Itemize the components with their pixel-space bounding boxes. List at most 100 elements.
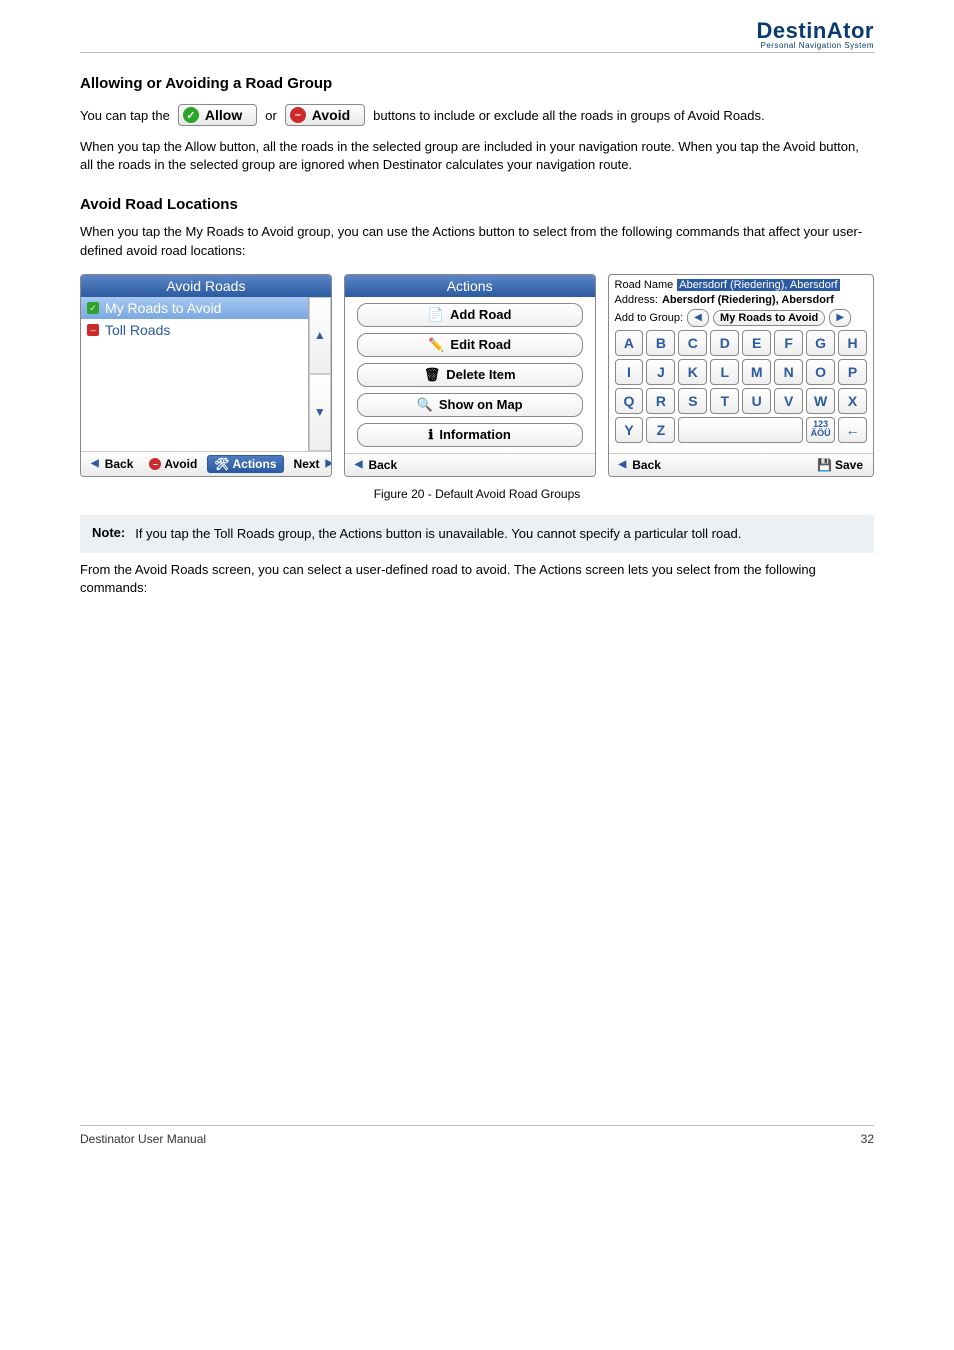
panel-title: Avoid Roads [81,275,331,297]
keyboard: A B C D E F G H I J K L M N O P Q [615,330,867,443]
road-name-input[interactable]: Abersdorf (Riedering), Abersdorf [677,279,839,291]
key[interactable]: E [742,330,771,356]
avoid-roads-panel: Avoid Roads ✓ My Roads to Avoid – Toll R… [80,274,332,477]
list-label: My Roads to Avoid [105,300,221,316]
edit-icon: ✏️ [428,337,444,353]
add-icon: 📄 [428,307,444,323]
next-button[interactable]: Next [288,456,332,472]
key[interactable]: J [646,359,675,385]
actions-panel: Actions 📄Add Road ✏️Edit Road 🗑Delete It… [344,274,596,477]
info-icon: ℹ [428,427,433,443]
allow-button[interactable]: ✓ Allow [178,104,257,126]
key[interactable]: D [710,330,739,356]
key[interactable]: Z [646,417,675,443]
key[interactable]: F [774,330,803,356]
space-key[interactable] [678,417,803,443]
minus-icon: – [149,458,161,470]
key[interactable]: S [678,388,707,414]
minus-icon: – [87,324,99,336]
key[interactable]: Q [615,388,644,414]
minus-icon: – [290,107,306,123]
paragraph: When you tap the Allow button, all the r… [80,138,874,174]
road-name-label: Road Name [615,279,674,291]
scroll-up-button[interactable]: ▲ [309,297,331,374]
mode-key[interactable]: 123ÄÖÜ [806,417,835,443]
delete-item-button[interactable]: 🗑Delete Item [357,363,583,387]
key[interactable]: O [806,359,835,385]
actions-panel-footer: Back [345,453,595,476]
group-next-button[interactable]: ▶ [829,309,851,327]
back-button[interactable]: Back [349,457,403,473]
list-label: Toll Roads [105,322,170,338]
allow-avoid-sentence: You can tap the ✓ Allow or – Avoid butto… [80,104,874,126]
footer-title: Destinator User Manual [80,1132,206,1146]
scroll-down-button[interactable]: ▼ [309,374,331,451]
information-button[interactable]: ℹInformation [357,423,583,447]
avoid-panel-footer: Back – Avoid 🛠 Actions Next [81,451,331,476]
figure-caption: Figure 20 - Default Avoid Road Groups [80,487,874,501]
key[interactable]: P [838,359,867,385]
list-item-toll-roads[interactable]: – Toll Roads [81,319,308,341]
road-name-row: Road Name Abersdorf (Riedering), Abersdo… [615,279,867,291]
avoid-button[interactable]: – Avoid [285,104,365,126]
key[interactable]: X [838,388,867,414]
text-frag: or [265,108,277,123]
key[interactable]: L [710,359,739,385]
key[interactable]: Y [615,417,644,443]
allow-label: Allow [205,107,242,123]
key[interactable]: U [742,388,771,414]
brand-logo: DestinAtor Personal Navigation System [757,20,874,50]
group-label: Add to Group: [615,312,684,324]
edit-road-button[interactable]: ✏️Edit Road [357,333,583,357]
save-button[interactable]: 💾 Save [811,457,869,473]
address-label: Address: [615,294,658,306]
save-icon: 💾 [817,458,832,472]
key[interactable]: M [742,359,771,385]
road-editor-panel: Road Name Abersdorf (Riedering), Abersdo… [608,274,874,477]
check-icon: ✓ [87,302,99,314]
group-prev-button[interactable]: ◀ [687,309,709,327]
paragraph: From the Avoid Roads screen, you can sel… [80,561,874,597]
key[interactable]: K [678,359,707,385]
address-value: Abersdorf (Riedering), Abersdorf [662,294,834,306]
group-value[interactable]: My Roads to Avoid [713,310,825,326]
key[interactable]: N [774,359,803,385]
key[interactable]: V [774,388,803,414]
back-button[interactable]: Back [613,457,667,473]
key[interactable]: R [646,388,675,414]
note-label: Note: [92,525,125,540]
show-on-map-button[interactable]: 🔍Show on Map [357,393,583,417]
delete-icon: 🗑 [424,367,441,383]
avoid-button[interactable]: – Avoid [143,456,203,472]
backspace-key[interactable]: ← [838,417,867,443]
map-icon: 🔍 [417,397,433,413]
key[interactable]: T [710,388,739,414]
text-frag: buttons to include or exclude all the ro… [373,108,764,123]
back-button[interactable]: Back [85,456,139,472]
key[interactable]: W [806,388,835,414]
text-frag: You can tap the [80,108,170,123]
panel-title: Actions [345,275,595,297]
brand-sub: Personal Navigation System [757,42,874,50]
avoid-roads-list: ✓ My Roads to Avoid – Toll Roads [81,297,309,451]
page-footer: Destinator User Manual 32 [80,1125,874,1146]
actions-button[interactable]: 🛠 Actions [207,455,283,473]
key[interactable]: H [838,330,867,356]
key[interactable]: B [646,330,675,356]
paragraph: When you tap the My Roads to Avoid group… [80,223,874,259]
note-block: Note: If you tap the Toll Roads group, t… [80,515,874,553]
tools-icon: 🛠 [214,457,229,471]
key[interactable]: C [678,330,707,356]
note-text: If you tap the Toll Roads group, the Act… [135,525,741,543]
list-item-my-roads[interactable]: ✓ My Roads to Avoid [81,297,308,319]
group-row: Add to Group: ◀ My Roads to Avoid ▶ [615,309,867,327]
section-allowing-avoiding: Allowing or Avoiding a Road Group [80,75,874,92]
key[interactable]: A [615,330,644,356]
key[interactable]: G [806,330,835,356]
kbd-footer: Back 💾 Save [609,453,873,476]
figure-panels: Avoid Roads ✓ My Roads to Avoid – Toll R… [80,274,874,477]
key[interactable]: I [615,359,644,385]
avoid-label: Avoid [312,107,350,123]
add-road-button[interactable]: 📄Add Road [357,303,583,327]
page-header: DestinAtor Personal Navigation System [80,20,874,53]
